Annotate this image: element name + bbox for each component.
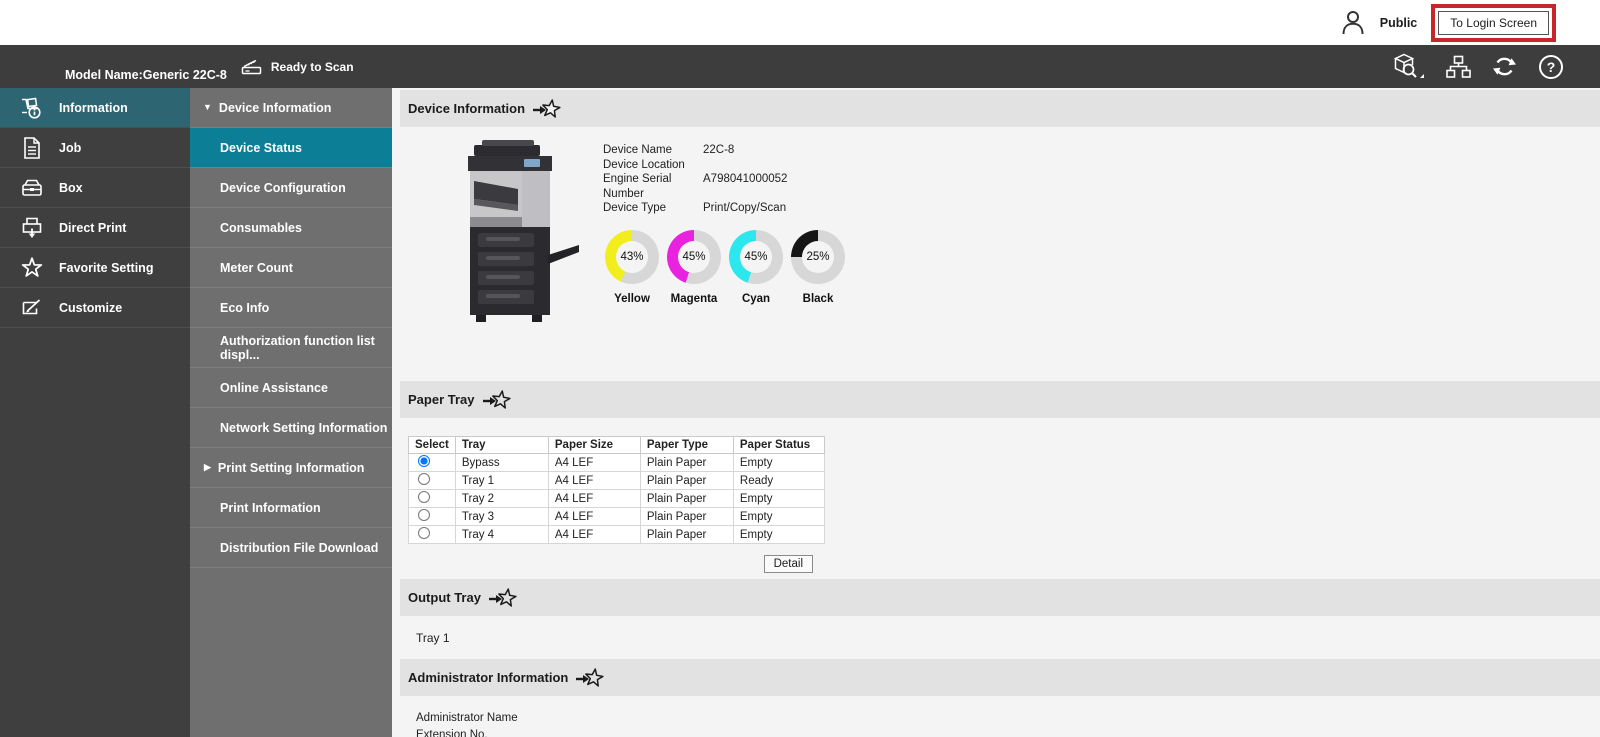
to-login-screen-button[interactable]: To Login Screen [1438, 10, 1549, 35]
device-detail-row: Engine Serial Number A798041000052 [603, 173, 788, 200]
device-search-icon[interactable] [1391, 53, 1425, 80]
submenu-item-device-status[interactable]: Device Status [190, 128, 392, 168]
user-label: Public [1379, 15, 1418, 30]
annotation-highlight: To Login Screen [1431, 3, 1556, 42]
toner-gauges: 43% Yellow 45% Magenta 45% Cyan 25% Blac… [603, 229, 847, 305]
submenu-item-eco-info[interactable]: Eco Info [190, 288, 392, 328]
tray-radio-bypass[interactable] [418, 455, 430, 467]
toner-gauge-black: 25% Black [789, 229, 847, 305]
tray-radio-tray1[interactable] [418, 473, 430, 485]
device-detail-row: Device Location [603, 158, 685, 171]
help-icon[interactable]: ? [1538, 54, 1564, 80]
submenu-item-meter-count[interactable]: Meter Count [190, 248, 392, 288]
table-row-tray2: Tray 2 A4 LEF Plain Paper Empty [408, 489, 825, 508]
section-header-output-tray: Output Tray [400, 579, 1600, 616]
user-icon [1340, 9, 1366, 36]
section-header-administrator-information: Administrator Information [400, 659, 1600, 696]
submenu-header-device-information[interactable]: ▼ Device Information [190, 88, 392, 128]
sidebar-item-job[interactable]: Job [0, 128, 190, 168]
submenu-item-online-assistance[interactable]: Online Assistance [190, 368, 392, 408]
add-favorite-star-icon[interactable] [488, 587, 518, 609]
section-header-device-information: Device Information [400, 90, 1600, 127]
output-tray-value: Tray 1 [416, 631, 450, 645]
sidebar-item-label: Job [59, 140, 82, 155]
sidebar-item-favorite-setting[interactable]: Favorite Setting [0, 248, 190, 288]
add-favorite-star-icon[interactable] [482, 389, 512, 411]
sidebar-item-information[interactable]: Information [0, 88, 190, 128]
sidebar-item-label: Information [59, 100, 128, 115]
toner-gauge-cyan: 45% Cyan [727, 229, 785, 305]
administrator-details: Administrator Name Extension No. Admin. … [400, 696, 1600, 737]
network-map-icon[interactable] [1446, 55, 1471, 79]
sidebar-item-label: Customize [59, 300, 123, 315]
table-row-bypass: Bypass A4 LEF Plain Paper Empty [408, 453, 825, 472]
toner-gauge-yellow: 43% Yellow [603, 229, 661, 305]
main-sidebar: Information Job Box Direct Print Favorit… [0, 88, 190, 737]
submenu-item-print-setting-information[interactable]: ▶ Print Setting Information [190, 448, 392, 488]
submenu-item-consumables[interactable]: Consumables [190, 208, 392, 248]
submenu-item-network-setting-information[interactable]: Network Setting Information [190, 408, 392, 448]
scanner-icon [241, 57, 263, 76]
svg-text:?: ? [1547, 59, 1556, 75]
device-info-block: Device Name 22C-8 Device Location Engine … [400, 127, 1600, 332]
box-icon [20, 176, 44, 200]
table-row-tray1: Tray 1 A4 LEF Plain Paper Ready [408, 471, 825, 490]
table-row-tray4: Tray 4 A4 LEF Plain Paper Empty [408, 525, 825, 544]
device-status: Ready to Scan [241, 57, 354, 76]
tray-radio-tray3[interactable] [418, 509, 430, 521]
toner-gauge-magenta: 45% Magenta [665, 229, 723, 305]
star-icon [20, 256, 44, 280]
submenu-item-print-information[interactable]: Print Information [190, 488, 392, 528]
model-name: Model Name:Generic 22C-8 [65, 68, 227, 82]
section-title: Paper Tray [408, 392, 475, 407]
main-content: Device Information Device Name 22C-8 Dev… [392, 88, 1600, 737]
collapsed-arrow-icon: ▶ [204, 462, 211, 472]
device-detail-row: Device Type Print/Copy/Scan [603, 202, 787, 214]
customize-pencil-icon [20, 296, 44, 320]
submenu-panel: ▼ Device Information Device Status Devic… [190, 88, 392, 737]
add-favorite-star-icon[interactable] [532, 98, 562, 120]
information-cart-icon [20, 96, 44, 120]
sidebar-item-customize[interactable]: Customize [0, 288, 190, 328]
direct-print-icon [20, 216, 44, 240]
tray-radio-tray4[interactable] [418, 527, 430, 539]
extension-no-label: Extension No. [416, 728, 488, 737]
section-title: Output Tray [408, 590, 481, 605]
expanded-arrow-icon: ▼ [203, 102, 212, 112]
section-title: Device Information [408, 101, 526, 116]
sidebar-item-box[interactable]: Box [0, 168, 190, 208]
refresh-icon[interactable] [1492, 54, 1517, 79]
app-bar: Model Name:Generic 22C-8 Ready to Scan ? [0, 45, 1600, 88]
device-detail-row: Device Name 22C-8 [603, 144, 735, 156]
sidebar-item-label: Direct Print [59, 220, 127, 235]
detail-button[interactable]: Detail [763, 555, 813, 573]
admin-name-label: Administrator Name [416, 712, 518, 724]
submenu-item-distribution-file-download[interactable]: Distribution File Download [190, 528, 392, 568]
add-favorite-star-icon[interactable] [575, 667, 605, 689]
sidebar-item-label: Box [59, 180, 83, 195]
sidebar-item-direct-print[interactable]: Direct Print [0, 208, 190, 248]
table-header-row: Select Tray Paper Size Paper Type Paper … [408, 436, 825, 454]
printer-image [446, 137, 581, 332]
tray-radio-tray2[interactable] [418, 491, 430, 503]
status-text: Ready to Scan [270, 59, 354, 74]
section-header-paper-tray: Paper Tray [400, 381, 1600, 418]
paper-tray-table: Select Tray Paper Size Paper Type Paper … [408, 436, 825, 544]
submenu-item-authorization-function-list[interactable]: Authorization function list displ... [190, 328, 392, 368]
document-icon [20, 136, 44, 160]
table-row-tray3: Tray 3 A4 LEF Plain Paper Empty [408, 507, 825, 526]
section-title: Administrator Information [408, 670, 569, 685]
top-bar: Public To Login Screen [0, 0, 1600, 45]
submenu-item-device-configuration[interactable]: Device Configuration [190, 168, 392, 208]
sidebar-item-label: Favorite Setting [59, 260, 154, 275]
